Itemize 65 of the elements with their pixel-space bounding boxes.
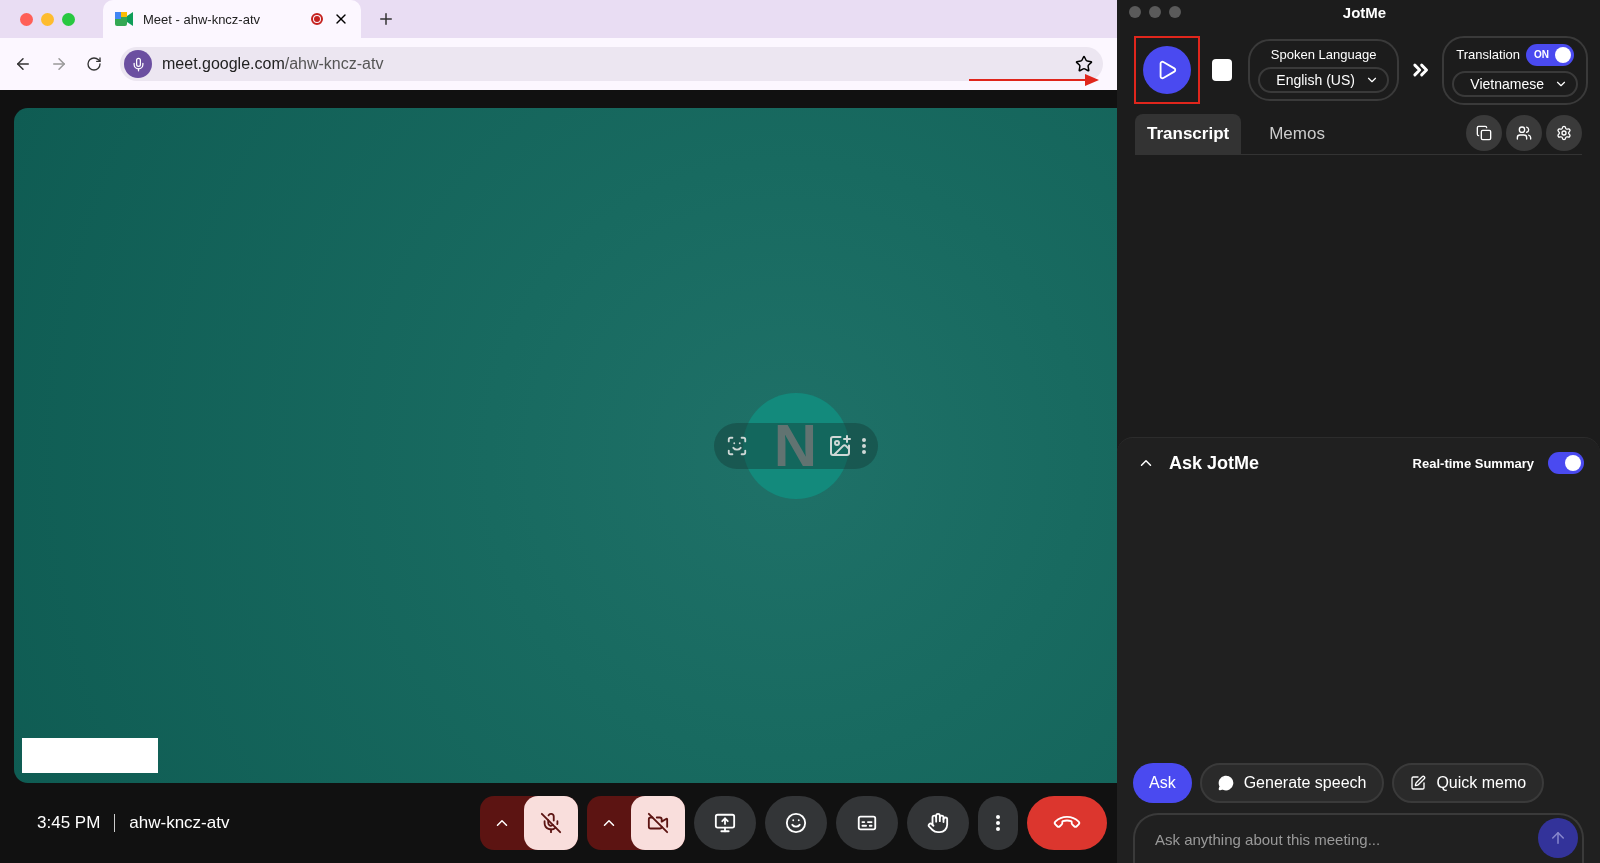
people-icon (1516, 125, 1532, 141)
hand-icon (927, 812, 949, 834)
window-dot[interactable] (1129, 6, 1141, 18)
send-button[interactable] (1538, 818, 1578, 858)
smile-icon (785, 812, 807, 834)
action-button[interactable]: Quick memo (1392, 763, 1545, 803)
emoji-button[interactable] (765, 796, 827, 850)
framing-button[interactable] (725, 434, 748, 457)
present-button[interactable] (694, 796, 756, 850)
forward-icon (50, 55, 68, 73)
more-icon (861, 437, 866, 454)
browser-tab[interactable]: Meet - ahw-kncz-atv (103, 0, 361, 38)
camera-off-icon (647, 812, 669, 834)
back-button[interactable] (14, 55, 32, 73)
microphone-icon (124, 50, 152, 78)
panel-tab[interactable]: Transcript (1135, 114, 1242, 154)
leave-call-button[interactable] (1027, 796, 1107, 850)
more-button[interactable] (978, 796, 1018, 850)
camera-button[interactable] (631, 796, 685, 850)
window-dot[interactable] (1169, 6, 1181, 18)
more-options-button[interactable] (861, 437, 866, 454)
summary-toggle[interactable] (1548, 452, 1584, 474)
language-select[interactable]: Vietnamese (1452, 70, 1578, 97)
reload-icon (86, 56, 102, 72)
meeting-code: ahw-kncz-atv (129, 813, 231, 833)
language-select[interactable]: English (US) (1258, 67, 1389, 93)
url-text: meet.google.com/ahw-kncz-atv (162, 55, 385, 73)
panel-title: Ask JotMe (1169, 452, 1261, 474)
background-effects-button[interactable] (827, 433, 852, 458)
avatar-initial: N (773, 415, 818, 476)
settings-button[interactable] (1546, 115, 1582, 151)
raise-hand-button[interactable] (907, 796, 969, 850)
start-button[interactable] (1143, 46, 1191, 94)
video-camera-icon (115, 12, 133, 26)
edit-icon (1410, 775, 1427, 791)
settings-icon (1556, 125, 1572, 141)
speech-bubble-icon (1217, 775, 1234, 791)
stop-button[interactable] (1212, 59, 1233, 81)
more-icon (996, 815, 1000, 831)
copy-icon (1476, 125, 1492, 141)
app-title: JotMe (1342, 3, 1387, 21)
microphone-off-icon (540, 812, 562, 834)
copy-button[interactable] (1466, 115, 1502, 151)
meeting-time: 3:45 PM (37, 813, 101, 833)
action-button[interactable]: Ask (1133, 763, 1192, 803)
microphone-button[interactable] (524, 796, 578, 850)
bookmark-star-icon[interactable] (1075, 55, 1093, 73)
panel-tab[interactable]: Memos (1257, 114, 1337, 154)
monitor-icon (714, 812, 736, 834)
summary-label: Real-time Summary (1412, 455, 1534, 471)
window-dot[interactable] (1149, 6, 1161, 18)
forward-button[interactable] (50, 55, 68, 73)
panel-label: Spoken Language (1270, 47, 1377, 62)
participants-button[interactable] (1506, 115, 1542, 151)
tab-title: Meet - ahw-kncz-atv (143, 11, 262, 27)
captions-button[interactable] (836, 796, 898, 850)
reload-button[interactable] (86, 56, 102, 72)
back-icon (14, 55, 32, 73)
plus-icon (377, 10, 395, 28)
address-bar[interactable]: meet.google.com/ahw-kncz-atv (120, 47, 1103, 81)
action-button[interactable]: Generate speech (1199, 763, 1385, 803)
panel-label: Translation (1456, 47, 1521, 62)
face-frame-icon (725, 434, 748, 457)
image-sparkle-icon (827, 433, 852, 458)
translation-toggle[interactable]: ON (1526, 43, 1575, 66)
